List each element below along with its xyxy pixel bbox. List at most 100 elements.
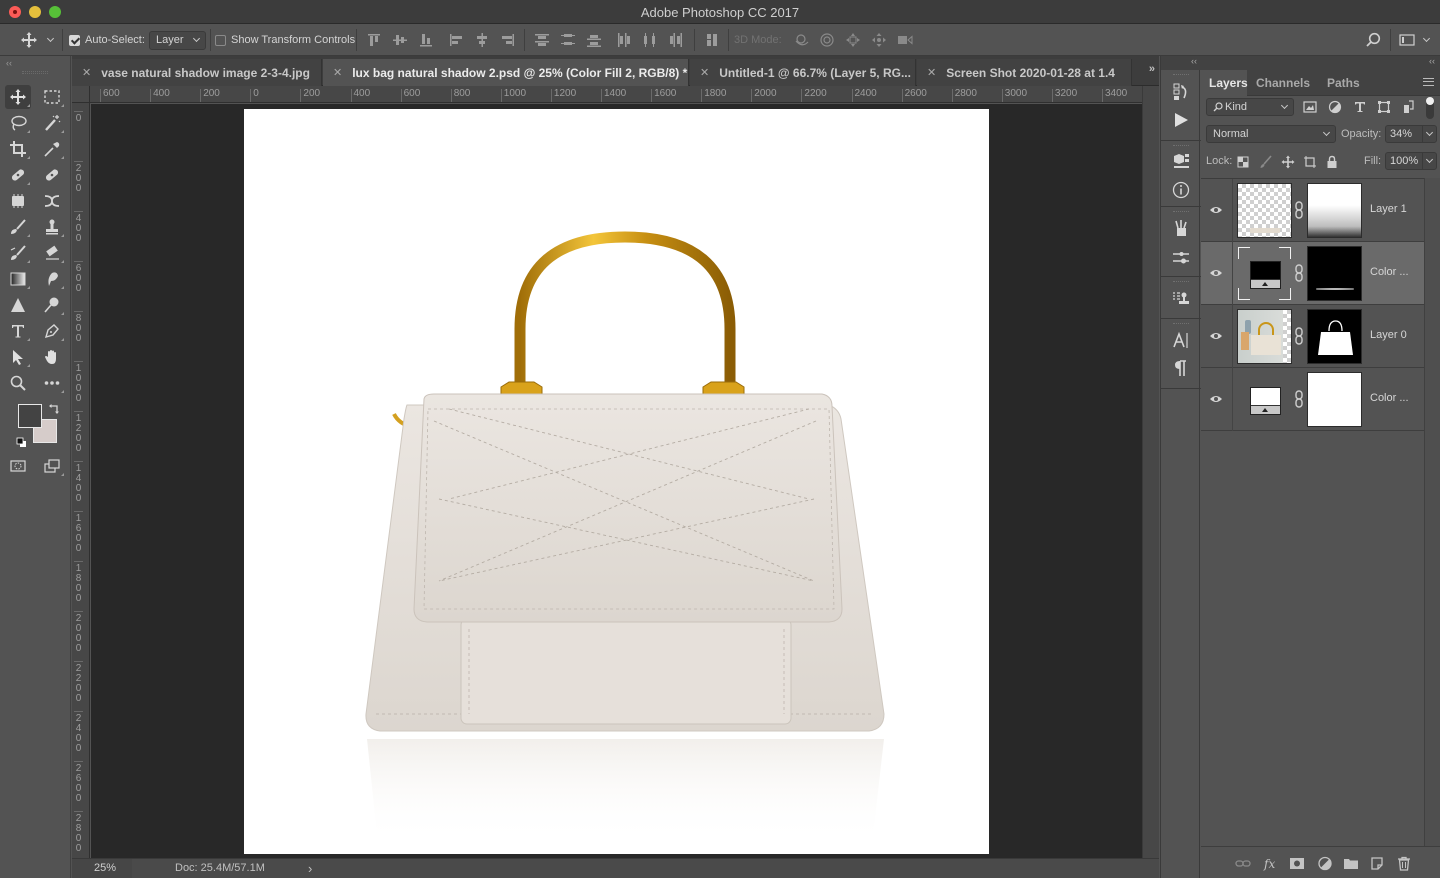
- delete-layer-button[interactable]: [1396, 856, 1412, 871]
- tab-untitled-1[interactable]: ✕ Untitled-1 @ 66.7% (Layer 5, RG...: [690, 59, 916, 86]
- link-chain-icon[interactable]: [1294, 390, 1304, 408]
- 3d-slide-button[interactable]: [871, 32, 887, 48]
- move-tool-preset[interactable]: [20, 24, 55, 56]
- align-horizontal-centers-button[interactable]: [474, 32, 490, 48]
- layer-mask-thumbnail[interactable]: [1307, 309, 1362, 364]
- filter-type-layers-button[interactable]: [1353, 100, 1367, 114]
- show-transform-checkbox[interactable]: [215, 34, 226, 46]
- visibility-eye-icon[interactable]: [1209, 392, 1223, 406]
- zoom-tool[interactable]: [5, 371, 31, 395]
- vertical-ruler[interactable]: 0 200 400 600 800 1000 1200 1400 1600 1800 2000 220…: [72, 103, 90, 858]
- document-canvas[interactable]: [244, 109, 989, 854]
- history-panel-button[interactable]: [1171, 82, 1191, 102]
- filter-smart-objects-button[interactable]: [1401, 100, 1415, 114]
- layer-name[interactable]: Color ...: [1370, 392, 1409, 404]
- brush-tool[interactable]: [5, 215, 31, 239]
- layer-mask-thumbnail[interactable]: [1307, 372, 1362, 427]
- layer-name[interactable]: Layer 1: [1370, 203, 1407, 215]
- layer-name[interactable]: Layer 0: [1370, 329, 1407, 341]
- distribute-left-edges-button[interactable]: [616, 32, 632, 48]
- new-layer-button[interactable]: [1369, 856, 1385, 871]
- visibility-eye-icon[interactable]: [1209, 329, 1223, 343]
- ruler-origin[interactable]: [72, 86, 90, 103]
- layer-mask-thumbnail[interactable]: [1307, 183, 1362, 238]
- collapse-toolbar-button[interactable]: ‹‹: [6, 58, 12, 68]
- content-aware-move-tool[interactable]: [5, 189, 31, 213]
- filter-toggle[interactable]: [1426, 97, 1434, 119]
- filter-adjustment-layers-button[interactable]: [1328, 100, 1342, 114]
- 3d-roll-button[interactable]: [819, 32, 835, 48]
- blend-mode-dropdown[interactable]: Normal: [1206, 125, 1336, 143]
- add-layer-mask-button[interactable]: [1289, 856, 1305, 871]
- tab-paths[interactable]: Paths: [1319, 70, 1367, 96]
- panel-menu-icon[interactable]: [1423, 78, 1434, 86]
- layer-row-layer-0[interactable]: Layer 0: [1201, 305, 1424, 368]
- crop-tool[interactable]: [5, 137, 31, 161]
- align-vertical-centers-button[interactable]: [392, 32, 408, 48]
- distribute-top-edges-button[interactable]: [534, 32, 550, 48]
- visibility-eye-icon[interactable]: [1209, 203, 1223, 217]
- distribute-right-edges-button[interactable]: [668, 32, 684, 48]
- pen-tool[interactable]: [39, 319, 65, 343]
- add-layer-style-button[interactable]: fx: [1263, 856, 1279, 871]
- zoom-level-field[interactable]: 25%: [72, 859, 132, 878]
- close-tab-icon[interactable]: ✕: [333, 66, 342, 79]
- swap-colors-button[interactable]: [49, 403, 61, 415]
- align-top-edges-button[interactable]: [366, 32, 382, 48]
- auto-align-layers-button[interactable]: [704, 32, 720, 48]
- screen-mode-button[interactable]: [39, 454, 65, 478]
- lock-all-button[interactable]: [1325, 155, 1339, 169]
- filter-kind-dropdown[interactable]: Kind: [1206, 98, 1294, 116]
- dodge-tool[interactable]: [39, 293, 65, 317]
- link-chain-icon[interactable]: [1294, 327, 1304, 345]
- align-right-edges-button[interactable]: [500, 32, 516, 48]
- default-colors-button[interactable]: [16, 437, 27, 448]
- eyedropper-tool[interactable]: [39, 137, 65, 161]
- smudge-tool[interactable]: [39, 267, 65, 291]
- eraser-tool[interactable]: [39, 241, 65, 265]
- close-tab-icon[interactable]: ✕: [927, 66, 936, 79]
- link-chain-icon[interactable]: [1294, 264, 1304, 282]
- auto-select-target-dropdown[interactable]: Layer: [149, 30, 206, 50]
- horizontal-ruler[interactable]: 600 400 200 0 200 400 600 800 1000 1200 1400 1600 18…: [90, 86, 1142, 103]
- status-menu-button[interactable]: ›: [308, 861, 312, 876]
- canvas-area[interactable]: [91, 104, 1142, 858]
- link-chain-icon[interactable]: [1294, 201, 1304, 219]
- rectangular-marquee-tool[interactable]: [39, 85, 65, 109]
- character-panel-button[interactable]: [1171, 330, 1191, 350]
- show-transform-controls-toggle[interactable]: Show Transform Controls: [215, 24, 355, 56]
- tab-vase-natural-shadow[interactable]: ✕ vase natural shadow image 2-3-4.jpg: [72, 59, 322, 86]
- toolbar-grip[interactable]: [22, 71, 48, 74]
- fill-slider-button[interactable]: [1422, 152, 1437, 170]
- layer-thumbnail[interactable]: [1237, 372, 1292, 427]
- path-selection-tool[interactable]: [5, 345, 31, 369]
- tab-layers[interactable]: Layers: [1201, 70, 1248, 96]
- layer-thumbnail[interactable]: [1237, 183, 1292, 238]
- link-layers-button[interactable]: [1235, 856, 1251, 871]
- layer-thumbnail[interactable]: [1237, 309, 1292, 364]
- collapse-dock-button[interactable]: ‹‹: [1161, 56, 1201, 70]
- align-bottom-edges-button[interactable]: [418, 32, 434, 48]
- layer-row-color-fill-2[interactable]: Color ...: [1201, 242, 1424, 305]
- tab-overflow-button[interactable]: »: [1149, 63, 1155, 75]
- layer-row-color-fill-1[interactable]: Color ...: [1201, 368, 1424, 431]
- layer-thumbnail[interactable]: [1237, 246, 1292, 301]
- distribute-bottom-edges-button[interactable]: [586, 32, 602, 48]
- new-group-button[interactable]: [1343, 856, 1359, 871]
- sharpen-tool[interactable]: [5, 293, 31, 317]
- opacity-field[interactable]: 34%: [1385, 125, 1423, 143]
- layer-mask-thumbnail[interactable]: [1307, 246, 1362, 301]
- filter-pixel-layers-button[interactable]: [1303, 100, 1317, 114]
- actions-panel-button[interactable]: [1171, 110, 1191, 130]
- workspace-switcher-button[interactable]: [1398, 32, 1416, 48]
- info-panel-button[interactable]: [1171, 180, 1191, 200]
- 3d-orbit-button[interactable]: [793, 32, 811, 48]
- lock-image-pixels-button[interactable]: [1259, 155, 1273, 169]
- distribute-horizontal-centers-button[interactable]: [642, 32, 658, 48]
- tab-channels[interactable]: Channels: [1248, 70, 1318, 96]
- layers-scrollbar[interactable]: [1424, 178, 1440, 846]
- transform-tool[interactable]: [39, 189, 65, 213]
- paragraph-panel-button[interactable]: [1171, 358, 1191, 378]
- hand-tool[interactable]: [39, 345, 65, 369]
- lock-artboard-button[interactable]: [1303, 155, 1317, 169]
